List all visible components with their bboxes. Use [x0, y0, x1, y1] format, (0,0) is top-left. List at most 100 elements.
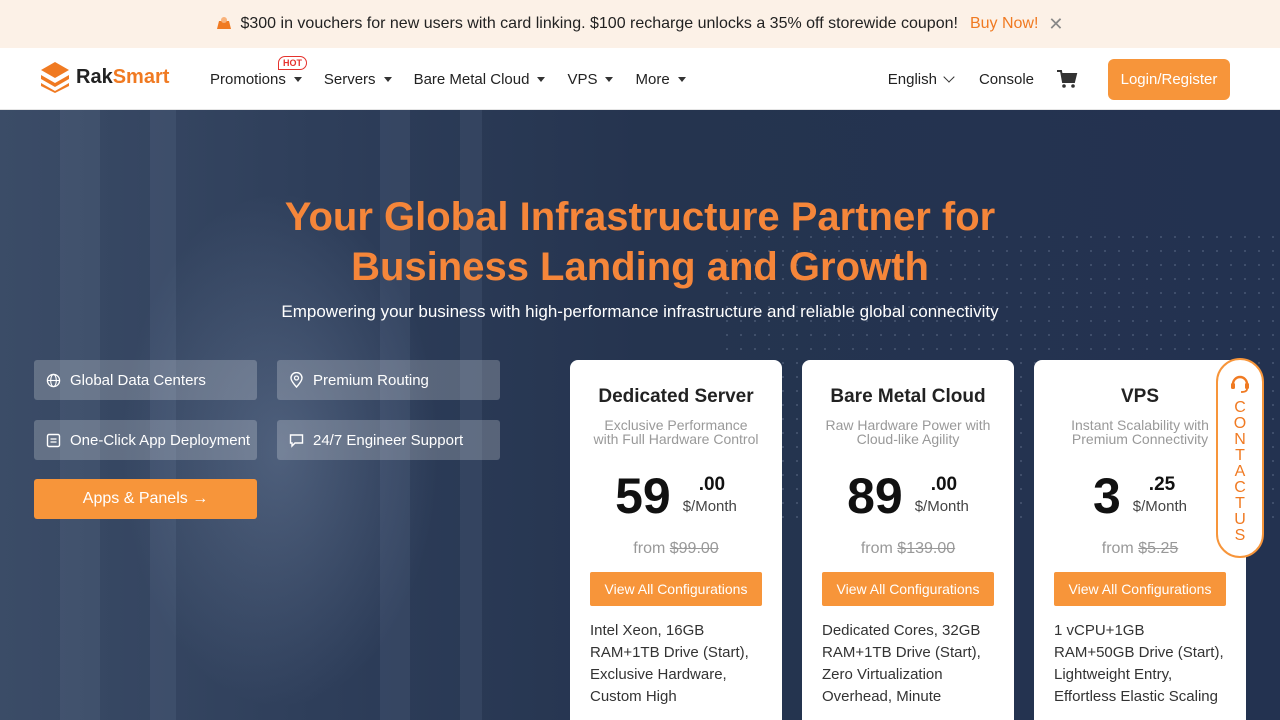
- cart-icon[interactable]: [1056, 68, 1078, 90]
- language-label: English: [887, 70, 937, 88]
- headset-icon: [1231, 375, 1249, 393]
- nav-more[interactable]: More: [635, 70, 686, 88]
- contact-letter: T: [1235, 495, 1245, 512]
- card-title: Bare Metal Cloud: [830, 386, 986, 407]
- logo-icon: [41, 62, 69, 93]
- old-price: $139.00: [897, 540, 956, 557]
- hero-title: Your Global Infrastructure Partner for B…: [0, 192, 1280, 292]
- feature-one-click-app[interactable]: One-Click App Deployment: [34, 420, 257, 460]
- contact-us-label: CONTACTUS: [1234, 400, 1246, 544]
- contact-letter: U: [1234, 511, 1246, 528]
- close-icon[interactable]: ✕: [1048, 14, 1063, 35]
- card-price: 3 .25 $/Month: [1034, 468, 1246, 524]
- card-subtitle: Instant Scalability with Premium Connect…: [1071, 417, 1209, 447]
- hero-title-line: Your Global Infrastructure Partner for: [284, 195, 996, 239]
- old-price: $99.00: [669, 540, 719, 557]
- nav-servers[interactable]: Servers: [324, 71, 392, 88]
- price-period: $/Month: [682, 498, 737, 515]
- nav-label: More: [635, 70, 670, 88]
- price-side: .00 $/Month: [683, 474, 737, 515]
- from-label: from: [860, 540, 893, 557]
- card-description: Intel Xeon, 16GB RAM+1TB Drive (Start), …: [590, 622, 749, 705]
- nav-bare-metal-cloud[interactable]: Bare Metal Cloud: [414, 71, 546, 88]
- contact-letter: T: [1235, 447, 1245, 464]
- card-dedicated-server: Dedicated Server Exclusive Performance w…: [570, 360, 782, 720]
- contact-letter: N: [1234, 431, 1246, 448]
- login-register-button[interactable]: Login/Register: [1108, 58, 1230, 100]
- location-pin-icon: [290, 372, 303, 388]
- price-integer: 89: [847, 468, 903, 524]
- promo-text: $300 in vouchers for new users with card…: [240, 15, 958, 32]
- globe-icon: [46, 373, 61, 387]
- logo-text: RakSmart: [76, 65, 170, 88]
- card-subtitle: Exclusive Performance with Full Hardware…: [593, 417, 759, 447]
- contact-letter: O: [1233, 415, 1247, 432]
- price-integer: 59: [615, 468, 671, 524]
- chat-icon: [289, 433, 304, 448]
- card-description: Dedicated Cores, 32GB RAM+1TB Drive (Sta…: [822, 622, 981, 705]
- gift-icon: [216, 16, 232, 33]
- feature-global-data-centers[interactable]: Global Data Centers: [34, 360, 257, 400]
- promo-banner: $300 in vouchers for new users with card…: [0, 0, 1280, 48]
- from-price: from $5.25: [1034, 540, 1246, 558]
- logo[interactable]: RakSmart: [40, 61, 169, 93]
- view-configurations-button[interactable]: View All Configurations: [590, 572, 762, 606]
- caret-down-icon: [677, 76, 686, 82]
- card-price: 89 .00 $/Month: [802, 468, 1014, 524]
- nav-promotions[interactable]: Promotions HOT: [210, 55, 307, 88]
- caret-down-icon: [605, 76, 614, 82]
- apps-panels-button[interactable]: Apps & Panels →: [34, 479, 257, 519]
- price-side: .00 $/Month: [915, 474, 969, 515]
- contact-letter: C: [1234, 399, 1246, 416]
- old-price: $5.25: [1138, 540, 1179, 557]
- hero-title-line: Business Landing and Growth: [351, 245, 929, 289]
- feature-label: Premium Routing: [313, 371, 429, 389]
- view-configurations-button[interactable]: View All Configurations: [1054, 572, 1226, 606]
- caret-down-icon: [383, 76, 392, 82]
- from-label: from: [1101, 540, 1134, 557]
- chevron-down-icon: [943, 71, 955, 83]
- nav-vps[interactable]: VPS: [567, 70, 614, 88]
- price-period: $/Month: [914, 498, 969, 515]
- card-bare-metal-cloud: Bare Metal Cloud Raw Hardware Power with…: [802, 360, 1014, 720]
- hero-section: Your Global Infrastructure Partner for B…: [0, 110, 1280, 720]
- price-cents: .00: [930, 474, 958, 495]
- price-period: $/Month: [1132, 498, 1187, 515]
- card-vps: VPS Instant Scalability with Premium Con…: [1034, 360, 1246, 720]
- feature-label: One-Click App Deployment: [70, 431, 251, 449]
- nav-label: Promotions: [210, 70, 286, 88]
- from-price: from $99.00: [570, 540, 782, 558]
- contact-letter: C: [1234, 479, 1246, 496]
- buy-now-link[interactable]: Buy Now!: [970, 15, 1038, 33]
- price-side: .25 $/Month: [1133, 474, 1187, 515]
- price-integer: 3: [1092, 468, 1121, 524]
- feature-label: Global Data Centers: [70, 371, 206, 389]
- header-actions: English Console Login/Register: [888, 48, 1230, 110]
- nav-label: Bare Metal Cloud: [413, 70, 530, 88]
- card-title: VPS: [1120, 386, 1160, 407]
- price-cents: .00: [698, 474, 726, 495]
- feature-label: 24/7 Engineer Support: [313, 431, 464, 449]
- contact-letter: S: [1234, 527, 1246, 544]
- nav-label: VPS: [567, 70, 598, 88]
- console-link[interactable]: Console: [979, 71, 1034, 88]
- app-icon: [46, 433, 61, 447]
- hot-badge: HOT: [278, 55, 307, 70]
- main-nav: Promotions HOT Servers Bare Metal Cloud …: [210, 48, 708, 110]
- price-cents: .25: [1148, 474, 1176, 495]
- nav-label: Servers: [323, 70, 376, 88]
- caret-down-icon: [537, 76, 546, 82]
- view-configurations-button[interactable]: View All Configurations: [822, 572, 994, 606]
- feature-support[interactable]: 24/7 Engineer Support: [277, 420, 500, 460]
- feature-premium-routing[interactable]: Premium Routing: [277, 360, 500, 400]
- site-header: RakSmart Promotions HOT Servers Bare Met…: [0, 48, 1280, 110]
- contact-us-tab[interactable]: CONTACTUS: [1216, 358, 1264, 558]
- language-selector[interactable]: English: [887, 70, 955, 88]
- card-description: 1 vCPU+1GB RAM+50GB Drive (Start), Light…: [1054, 622, 1224, 705]
- card-subtitle: Raw Hardware Power with Cloud-like Agili…: [825, 417, 991, 447]
- caret-down-icon: [293, 76, 302, 82]
- card-price: 59 .00 $/Month: [570, 468, 782, 524]
- hero-subtitle: Empowering your business with high-perfo…: [281, 302, 999, 321]
- card-title: Dedicated Server: [598, 386, 754, 407]
- from-price: from $139.00: [802, 540, 1014, 558]
